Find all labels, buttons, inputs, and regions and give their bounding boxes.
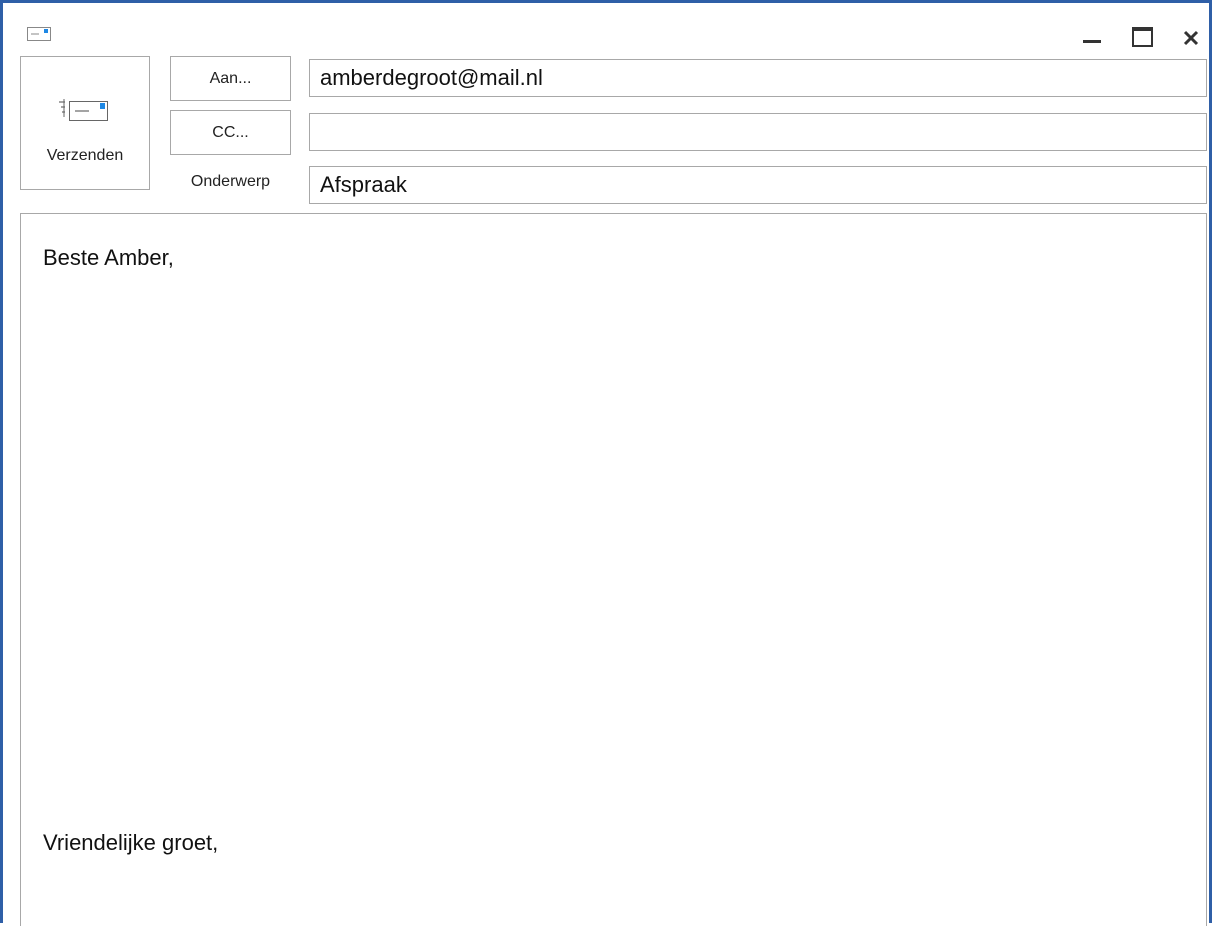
compose-window: Verzenden Aan... CC... Onderwerp amberde…: [0, 0, 1212, 926]
subject-field[interactable]: Afspraak: [309, 166, 1207, 204]
to-button[interactable]: Aan...: [170, 56, 291, 101]
send-envelope-icon: [59, 99, 108, 121]
maximize-button[interactable]: [1127, 23, 1157, 53]
cc-button[interactable]: CC...: [170, 110, 291, 155]
close-icon: [1183, 30, 1199, 46]
message-greeting: Beste Amber,: [43, 245, 174, 270]
cc-field[interactable]: [309, 113, 1207, 151]
to-field[interactable]: amberdegroot@mail.nl: [309, 59, 1207, 97]
message-closing: Vriendelijke groet,: [43, 830, 219, 855]
minimize-button[interactable]: [1077, 23, 1107, 53]
minimize-icon: [1083, 40, 1101, 43]
send-button-label: Verzenden: [46, 147, 124, 164]
envelope-icon: [27, 27, 51, 41]
message-body[interactable]: Beste Amber, Vriendelijke groet,: [20, 213, 1207, 926]
send-button[interactable]: Verzenden: [20, 56, 150, 190]
maximize-icon: [1132, 27, 1153, 47]
close-button[interactable]: [1177, 23, 1207, 53]
subject-label: Onderwerp: [190, 173, 271, 190]
